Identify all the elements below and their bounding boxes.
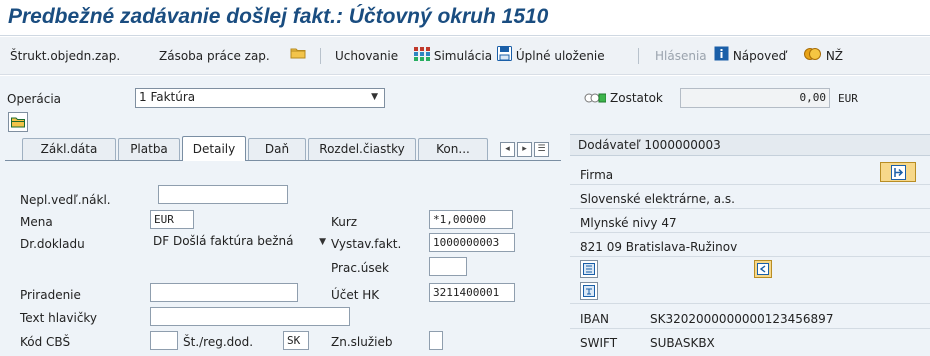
st-reg-dod-label: Št./reg.dod. [183, 335, 254, 349]
ucet-hk-label: Účet HK [331, 288, 380, 302]
vendor-detail-icon [891, 165, 906, 183]
iban-label: IBAN [580, 312, 609, 326]
tab-kontakt[interactable]: Kon... [418, 138, 488, 160]
text-hlavicky-label: Text hlavičky [20, 311, 98, 325]
st-reg-dod-input[interactable]: SK [283, 331, 309, 350]
vendor-name: Slovenské elektrárne, a.s. [580, 192, 735, 206]
main-area: Operácia 1 Faktúra ▼ Zostatok 0,00 EUR Z… [0, 76, 930, 356]
coins-icon [804, 38, 822, 76]
simulacia-button[interactable]: Simulácia [414, 37, 492, 75]
title-bar: Predbežné zadávanie došlej fakt.: Účtovn… [0, 0, 930, 36]
bank-icon [583, 285, 595, 300]
uchovanie-button[interactable]: Uchovanie [335, 37, 398, 75]
divider [570, 232, 930, 233]
simulacia-label: Simulácia [433, 49, 493, 63]
text-hlavicky-input[interactable] [150, 307, 350, 326]
priradenie-input[interactable] [150, 283, 298, 302]
dr-dokladu-value: DF Došlá faktúra bežná [153, 234, 294, 248]
tab-scroll-left-button[interactable]: ◂ [500, 142, 515, 157]
tab-list-button[interactable]: ☰ [534, 142, 549, 157]
folder-button[interactable] [290, 37, 306, 75]
swift-value: SUBASKBX [650, 336, 715, 350]
kod-cbs-label: Kód CBŠ [20, 335, 71, 349]
priradenie-label: Priradenie [20, 288, 81, 302]
folder-icon [11, 115, 25, 132]
save-icon [497, 38, 512, 76]
tab-rozdel-ciastky[interactable]: Rozdel.čiastky [308, 138, 416, 160]
application-toolbar: Štrukt.objedn.zap. Zásoba práce zap. Uch… [0, 37, 930, 75]
zostatok-label: Zostatok [610, 91, 663, 105]
zostatok-currency: EUR [838, 92, 858, 105]
zn-sluzieb-label: Zn.služieb [331, 335, 393, 349]
ucet-hk-input[interactable]: 3211400001 [429, 283, 515, 302]
prac-usek-input[interactable] [429, 257, 467, 276]
firma-label: Firma [580, 168, 614, 182]
divider [570, 208, 930, 209]
operacia-label: Operácia [7, 92, 62, 106]
folder-icon [290, 38, 306, 76]
dr-dokladu-label: Dr.dokladu [20, 237, 85, 251]
simulation-icon [414, 38, 430, 76]
vendor-title: Dodávateľ 1000000003 [578, 138, 721, 152]
open-folder-button[interactable] [8, 112, 28, 132]
divider [570, 256, 930, 257]
zasoba-prace-button[interactable]: Zásoba práce zap. [159, 37, 270, 75]
divider [570, 184, 930, 185]
iban-value: SK3202000000000123456897 [650, 312, 834, 326]
zn-sluzieb-checkbox[interactable] [429, 331, 443, 350]
nepl-vedl-nakl-input[interactable] [158, 185, 288, 204]
chevron-down-icon: ▼ [371, 92, 378, 102]
vendor-list-button[interactable] [580, 260, 598, 278]
arrow-left-icon [757, 263, 769, 278]
vendor-street: Mlynské nivy 47 [580, 216, 677, 230]
window-title: Predbežné zadávanie došlej fakt.: Účtovn… [8, 5, 549, 28]
zostatok-value: 0,00 [680, 88, 830, 108]
kurz-label: Kurz [331, 215, 358, 229]
tab-zakl-data[interactable]: Zákl.dáta [22, 138, 116, 160]
document-icon [583, 263, 595, 278]
uplne-ulozenie-button[interactable]: Úplné uloženie [497, 37, 605, 75]
kurz-input[interactable]: *1,00000 [429, 210, 513, 229]
chevron-down-icon: ▼ [319, 237, 326, 247]
operacia-value: 1 Faktúra [139, 90, 196, 104]
mena-input[interactable]: EUR [150, 210, 194, 229]
toolbar-separator [320, 48, 321, 64]
kod-cbs-input[interactable] [150, 331, 178, 350]
tab-platba[interactable]: Platba [118, 138, 180, 160]
operacia-select[interactable]: 1 Faktúra ▼ [135, 88, 385, 108]
tab-detaily[interactable]: Detaily [182, 136, 246, 161]
nz-label: NŽ [825, 49, 844, 63]
struktura-objednavky-button[interactable]: Štrukt.objedn.zap. [10, 37, 120, 75]
nepl-vedl-nakl-label: Nepl.vedľ.nákl. [20, 193, 111, 207]
nz-button[interactable]: NŽ [804, 37, 843, 75]
divider [570, 303, 930, 304]
napoved-button[interactable]: Nápoveď [714, 37, 786, 75]
swift-label: SWIFT [580, 336, 618, 350]
vendor-detail-button[interactable] [880, 162, 916, 182]
prac-usek-label: Prac.úsek [331, 261, 389, 275]
vendor-city: 821 09 Bratislava-Ružinov [580, 240, 738, 254]
vendor-panel-header: Dodávateľ 1000000003 [570, 134, 930, 156]
mena-label: Mena [20, 215, 53, 229]
dr-dokladu-select[interactable]: DF Došlá faktúra bežná ▼ [150, 233, 328, 252]
vendor-bank-button[interactable] [580, 282, 598, 300]
info-icon [714, 38, 729, 76]
hlasenia-button[interactable]: Hlásenia [655, 37, 707, 75]
vystav-fakt-input[interactable]: 1000000003 [429, 233, 515, 252]
vystav-fakt-label: Vystav.fakt. [331, 237, 402, 251]
divider [570, 328, 930, 329]
vendor-change-button[interactable] [754, 260, 772, 278]
tab-dan[interactable]: Daň [248, 138, 306, 160]
toolbar-separator [638, 48, 639, 64]
napoved-label: Nápoveď [732, 49, 787, 63]
status-indicator-icon [584, 92, 607, 107]
tab-scroll-right-button[interactable]: ▸ [517, 142, 532, 157]
uplne-ulozenie-label: Úplné uloženie [515, 49, 605, 63]
